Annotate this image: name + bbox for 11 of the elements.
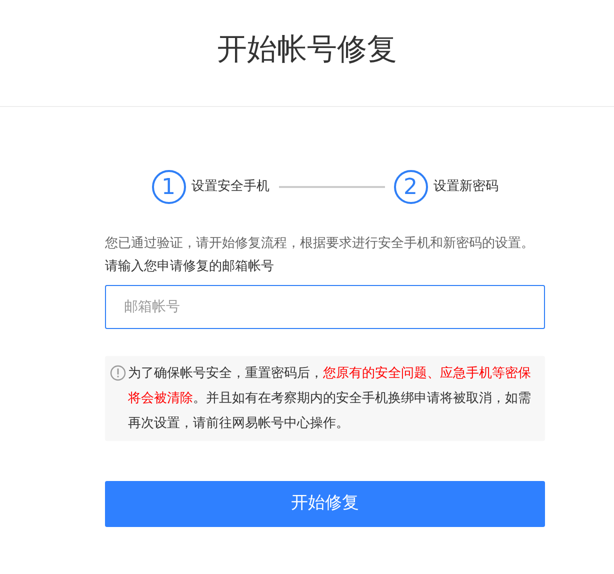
info-icon [110, 365, 126, 381]
step-label: 设置安全手机 [192, 178, 270, 196]
notice-text: 为了确保帐号安全，重置密码后，您原有的安全问题、应急手机等密保将会被清除。并且如有在考察期内的安全手机换绑申请将被取消，如需再次设置，请前往网易帐号中心操作。 [128, 365, 532, 433]
step-label: 设置新密码 [434, 178, 498, 196]
step-number: 2 [394, 170, 428, 204]
intro-text: 您已通过验证，请开始修复流程，根据要求进行安全手机和新密码的设置。 [105, 235, 535, 253]
field-label: 请输入您申请修复的邮箱帐号 [105, 258, 275, 276]
email-field[interactable]: 邮箱帐号 [105, 285, 545, 329]
page-title: 开始帐号修复 [217, 30, 397, 68]
start-repair-button[interactable]: 开始修复 [105, 481, 545, 527]
step-number: 1 [152, 170, 186, 204]
